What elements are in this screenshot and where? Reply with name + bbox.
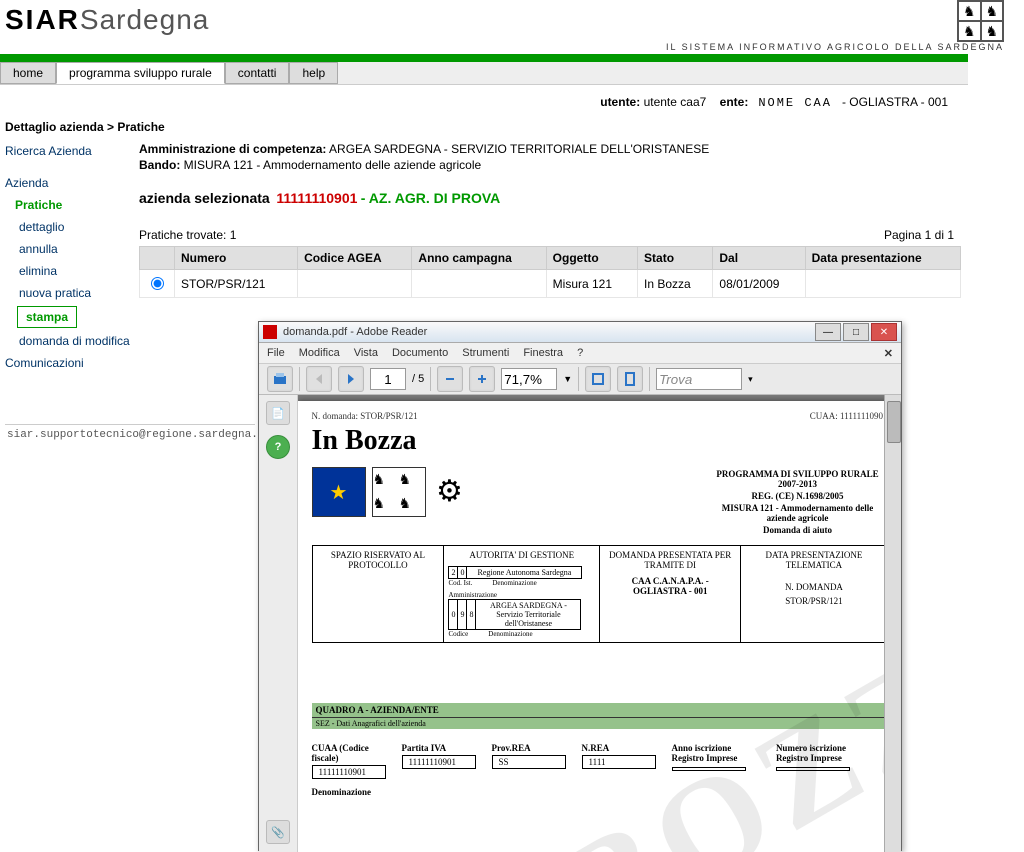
close-button[interactable]: ✕ bbox=[871, 323, 897, 341]
sidebar-azienda[interactable]: Azienda bbox=[5, 172, 135, 194]
pdfmenu-close-icon[interactable]: ✕ bbox=[884, 347, 893, 360]
fit-width-button[interactable] bbox=[585, 366, 611, 392]
pdfmenu-vista[interactable]: Vista bbox=[354, 347, 378, 359]
pdf-icon bbox=[263, 325, 277, 339]
sidebar-comunicazioni[interactable]: Comunicazioni bbox=[5, 352, 135, 374]
menu-psr[interactable]: programma sviluppo rurale bbox=[56, 62, 225, 84]
doc-status: In Bozza bbox=[312, 425, 888, 457]
pdf-scrollbar[interactable] bbox=[884, 395, 901, 852]
pdf-titlebar[interactable]: domanda.pdf - Adobe Reader — □ ✕ bbox=[259, 322, 901, 343]
pdf-viewport[interactable]: BOZZA N. domanda: STOR/PSR/121 CUAA: 111… bbox=[298, 395, 901, 852]
quadro-header: QUADRO A - AZIENDA/ENTE bbox=[312, 703, 888, 717]
doc-fields: CUAA (Codice fiscale)11111110901 Partita… bbox=[312, 743, 888, 779]
pdfmenu-modifica[interactable]: Modifica bbox=[299, 347, 340, 359]
pdfmenu-documento[interactable]: Documento bbox=[392, 347, 448, 359]
main-menu: home programma sviluppo rurale contatti … bbox=[0, 62, 968, 85]
sidebar-elimina[interactable]: elimina bbox=[5, 260, 135, 282]
zoom-out-button[interactable] bbox=[437, 366, 463, 392]
pdf-sidebar: 📄 ? 📎 bbox=[259, 395, 298, 852]
page-indicator: Pagina 1 di 1 bbox=[884, 228, 954, 242]
pdfmenu-finestra[interactable]: Finestra bbox=[523, 347, 563, 359]
zoom-in-button[interactable] bbox=[469, 366, 495, 392]
page-input[interactable] bbox=[370, 368, 406, 390]
menu-contatti[interactable]: contatti bbox=[225, 62, 290, 84]
next-page-button[interactable] bbox=[338, 366, 364, 392]
pdf-toolbar: / 5 ▼ ▾ bbox=[259, 364, 901, 395]
print-button[interactable] bbox=[267, 366, 293, 392]
table-row[interactable]: STOR/PSR/121 Misura 121In Bozza08/01/200… bbox=[140, 270, 961, 298]
region-shield-icon: ♞♞♞♞ bbox=[957, 0, 1004, 42]
row-select-radio[interactable] bbox=[151, 277, 164, 290]
logo: SIARSardegna bbox=[0, 4, 209, 35]
pdfmenu-file[interactable]: File bbox=[267, 347, 285, 359]
sidebar-pratiche[interactable]: Pratiche bbox=[5, 194, 135, 216]
sidebar-nuova[interactable]: nuova pratica bbox=[5, 282, 135, 304]
attachment-icon[interactable]: 📎 bbox=[266, 820, 290, 844]
sidebar-domanda[interactable]: domanda di modifica bbox=[5, 330, 135, 352]
sidebar-dettaglio[interactable]: dettaglio bbox=[5, 216, 135, 238]
doc-header-boxes: SPAZIO RISERVATO AL PROTOCOLLO AUTORITA'… bbox=[312, 545, 888, 643]
menu-home[interactable]: home bbox=[0, 62, 56, 84]
breadcrumb: Dettaglio azienda > Pratiche bbox=[0, 114, 1024, 140]
pages-panel-icon[interactable]: 📄 bbox=[266, 401, 290, 425]
zoom-input[interactable] bbox=[501, 368, 557, 390]
menu-help[interactable]: help bbox=[289, 62, 338, 84]
maximize-button[interactable]: □ bbox=[843, 323, 869, 341]
pratiche-table: NumeroCodice AGEAAnno campagna OggettoSt… bbox=[139, 246, 961, 298]
fit-page-button[interactable] bbox=[617, 366, 643, 392]
pdf-page: BOZZA N. domanda: STOR/PSR/121 CUAA: 111… bbox=[298, 401, 901, 852]
prev-page-button[interactable] bbox=[306, 366, 332, 392]
user-bar: utente: utente caa7 ente: NOME CAA - OGL… bbox=[0, 85, 968, 114]
header-subtitle: IL SISTEMA INFORMATIVO AGRICOLO DELLA SA… bbox=[666, 42, 1004, 52]
pdf-reader-window: domanda.pdf - Adobe Reader — □ ✕ File Mo… bbox=[258, 321, 902, 851]
green-divider bbox=[0, 54, 968, 62]
pratiche-count: Pratiche trovate: 1 bbox=[139, 228, 236, 242]
pdf-menubar: File Modifica Vista Documento Strumenti … bbox=[259, 343, 901, 364]
app-header: SIARSardegna ♞♞♞♞ IL SISTEMA INFORMATIVO… bbox=[0, 0, 1024, 54]
sidebar-stampa[interactable]: stampa bbox=[17, 306, 77, 328]
doc-header-right: PROGRAMMA DI SVILUPPO RURALE 2007-2013 R… bbox=[708, 467, 888, 537]
sidebar: Ricerca Azienda Azienda Pratiche dettagl… bbox=[0, 140, 135, 441]
azienda-selezionata: azienda selezionata 11111110901 - AZ. AG… bbox=[139, 190, 1024, 206]
page-total: / 5 bbox=[412, 373, 424, 385]
sidebar-ricerca[interactable]: Ricerca Azienda bbox=[5, 140, 135, 162]
pdfmenu-help[interactable]: ? bbox=[577, 347, 583, 359]
sidebar-annulla[interactable]: annulla bbox=[5, 238, 135, 260]
minimize-button[interactable]: — bbox=[815, 323, 841, 341]
find-input[interactable] bbox=[656, 368, 742, 390]
pdfmenu-strumenti[interactable]: Strumenti bbox=[462, 347, 509, 359]
help-icon[interactable]: ? bbox=[266, 435, 290, 459]
